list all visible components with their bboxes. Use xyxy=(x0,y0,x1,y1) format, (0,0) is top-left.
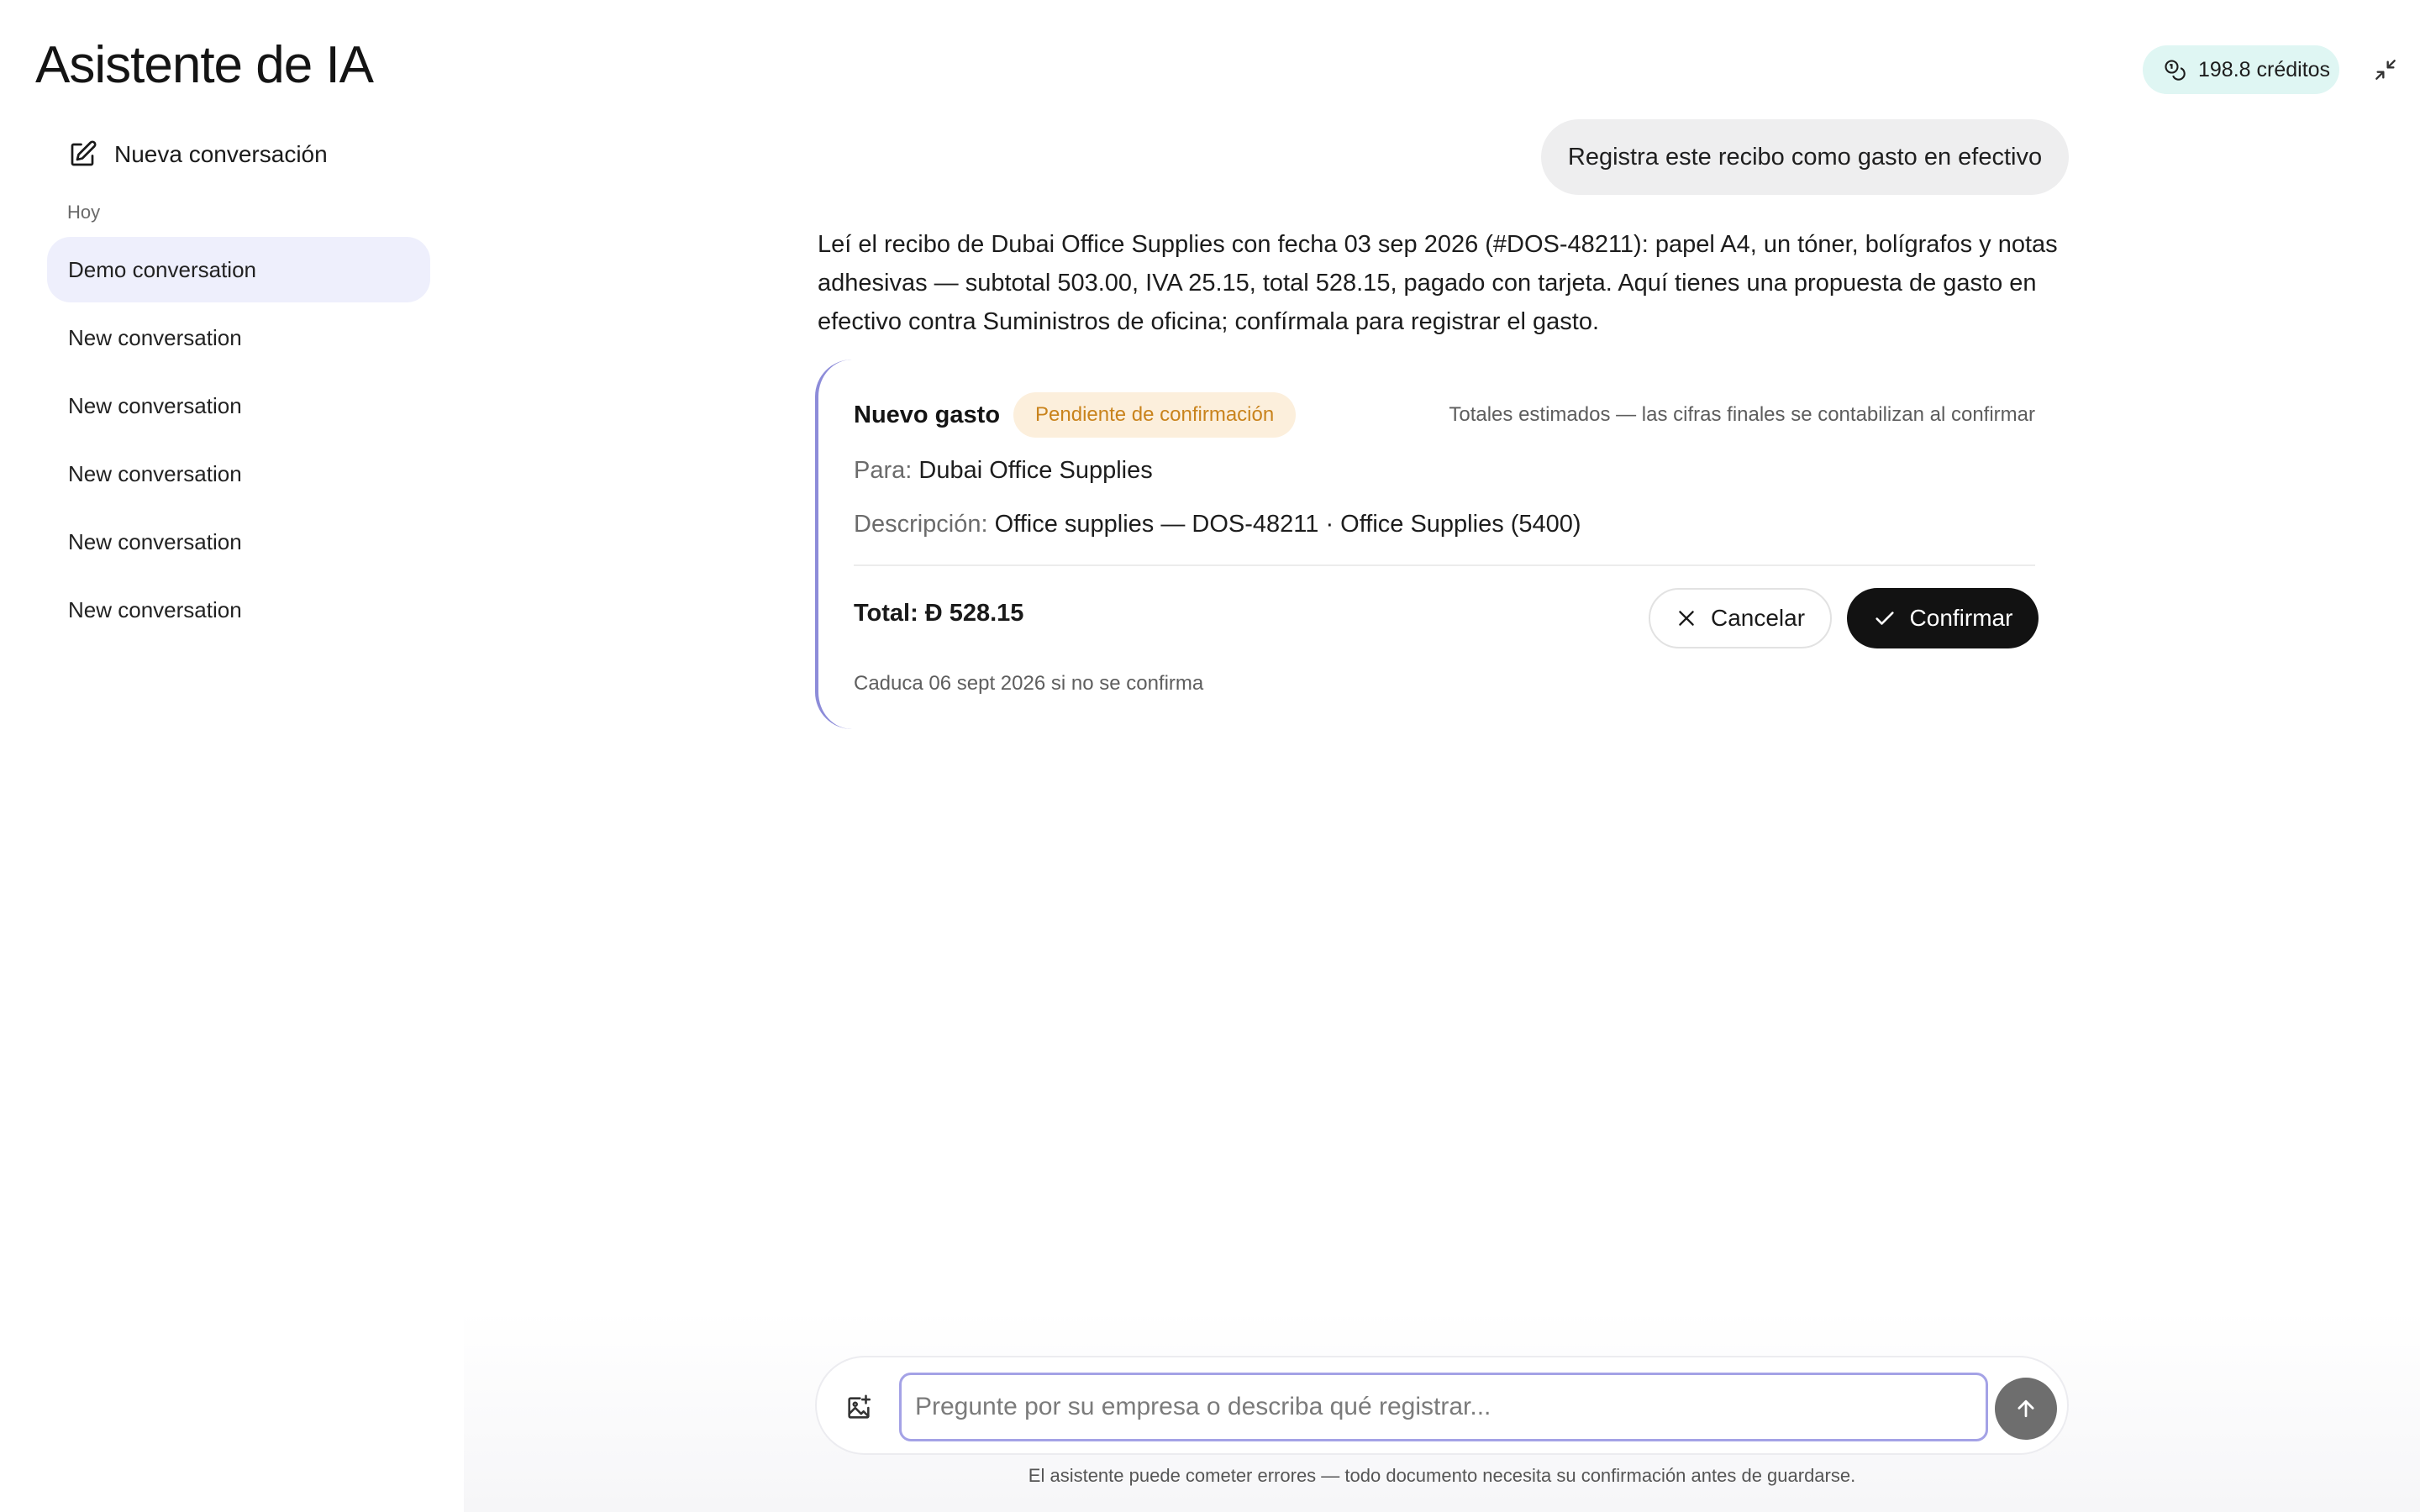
conversation-label: New conversation xyxy=(68,596,242,622)
new-conversation-button[interactable]: Nueva conversación xyxy=(67,134,328,175)
sidebar-item-conversation[interactable]: New conversation xyxy=(47,305,430,370)
sidebar-section-label: Hoy xyxy=(67,202,101,223)
card-title: Nuevo gasto xyxy=(854,401,1001,428)
check-icon xyxy=(1875,612,1894,625)
arrow-up-icon xyxy=(2018,1399,2034,1418)
total-amount: Total: Đ 528.15 xyxy=(854,600,1023,627)
sidebar-item-conversation[interactable]: Demo conversation xyxy=(47,237,430,302)
sidebar-item-conversation[interactable]: New conversation xyxy=(47,509,430,575)
expiry-note: Caduca 06 sept 2026 si no se confirma xyxy=(854,672,1204,695)
sidebar-item-conversation[interactable]: New conversation xyxy=(47,373,430,438)
status-badge: Pendiente de confirmación xyxy=(1013,392,1297,438)
user-message: Registra este recibo como gasto en efect… xyxy=(1541,119,2069,195)
payee-label: Para: xyxy=(854,457,913,484)
confirm-label: Confirmar xyxy=(1909,605,2013,631)
currency-symbol: Đ xyxy=(924,600,943,627)
composer xyxy=(815,1356,2069,1455)
disclaimer: El asistente puede cometer errores — tod… xyxy=(1028,1465,1856,1486)
sidebar-item-conversation[interactable]: New conversation xyxy=(47,441,430,507)
prompt-input[interactable] xyxy=(899,1373,1988,1441)
conversation-label: New conversation xyxy=(68,460,242,486)
total-label: Total: xyxy=(854,600,918,627)
credits-badge[interactable]: 198.8 créditos xyxy=(2143,45,2339,94)
cancel-button[interactable]: Cancelar xyxy=(1649,588,1832,648)
description-label: Descripción: xyxy=(854,511,988,538)
card-header: Nuevo gasto Pendiente de confirmación To… xyxy=(854,391,2035,438)
coins-icon xyxy=(2165,60,2186,81)
payee-field: Para: Dubai Office Supplies xyxy=(854,457,1153,485)
close-icon xyxy=(1679,611,1694,626)
conversation-list: Demo conversation New conversation New c… xyxy=(47,237,430,645)
conversation-label: New conversation xyxy=(68,392,242,418)
conversation-label: New conversation xyxy=(68,528,242,554)
total-value: 528.15 xyxy=(949,600,1024,627)
description-field: Descripción: Office supplies — DOS-48211… xyxy=(854,511,1581,538)
assistant-message: Leí el recibo de Dubai Office Supplies c… xyxy=(818,231,2058,335)
credits-label: 198.8 créditos xyxy=(2198,57,2331,81)
description-value: Office supplies — DOS-48211 · Office Sup… xyxy=(994,511,1581,538)
minimize-icon xyxy=(2375,60,2396,80)
conversation-label: Demo conversation xyxy=(68,256,256,282)
divider xyxy=(854,564,2035,566)
minimize-button[interactable] xyxy=(2368,52,2403,87)
sidebar-item-conversation[interactable]: New conversation xyxy=(47,577,430,643)
expense-proposal-card: Nuevo gasto Pendiente de confirmación To… xyxy=(815,360,2039,729)
cancel-label: Cancelar xyxy=(1710,605,1806,631)
new-conversation-label: Nueva conversación xyxy=(114,141,328,167)
confirm-button[interactable]: Confirmar xyxy=(1847,588,2039,648)
send-button[interactable] xyxy=(1995,1378,2057,1440)
estimate-note: Totales estimados — las cifras finales s… xyxy=(1449,403,2035,426)
edit-icon xyxy=(71,140,97,166)
attach-image-button[interactable] xyxy=(842,1391,876,1425)
conversation-label: New conversation xyxy=(68,324,242,350)
payee-value: Dubai Office Supplies xyxy=(918,457,1153,484)
image-plus-icon xyxy=(848,1394,871,1419)
page-title: Asistente de IA xyxy=(35,36,374,94)
